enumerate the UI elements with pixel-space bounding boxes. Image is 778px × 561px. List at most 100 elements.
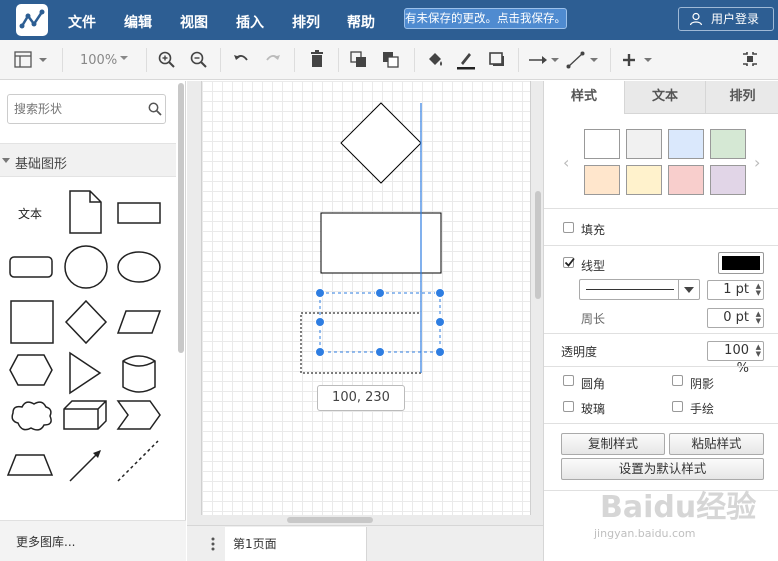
app-logo-icon[interactable] — [16, 4, 48, 36]
delete-icon[interactable] — [308, 50, 326, 70]
opacity-label: 透明度 — [561, 345, 598, 359]
shape-triangle — [69, 351, 102, 395]
checkmark-icon — [564, 257, 575, 267]
menu-insert[interactable]: 插入 — [236, 12, 264, 32]
set-default-style-button[interactable]: 设置为默认样式 — [561, 458, 764, 480]
undo-icon[interactable] — [232, 50, 250, 70]
sketch-checkbox[interactable] — [672, 401, 683, 412]
paste-style-button[interactable]: 粘贴样式 — [669, 433, 764, 455]
fill-checkbox[interactable] — [563, 222, 574, 233]
baidu-watermark: Baidu经验 — [600, 490, 757, 525]
style-swatch-orange[interactable] — [584, 165, 620, 195]
baidu-watermark-url: jingyan.baidu.com — [594, 527, 696, 540]
resize-handle-s — [375, 347, 385, 357]
panel-layout-icon[interactable] — [14, 50, 50, 70]
tab-text[interactable]: 文本 — [624, 81, 705, 114]
shape-cloud — [11, 401, 52, 431]
shadow-label: 阴影 — [690, 377, 715, 391]
shape-ellipse — [117, 251, 161, 283]
shape-search-box — [7, 94, 166, 124]
line-label: 线型 — [581, 259, 606, 273]
more-libraries-bar[interactable]: 更多图库... — [0, 520, 186, 561]
style-swatch-blue[interactable] — [668, 129, 704, 159]
glass-checkbox[interactable] — [563, 401, 574, 412]
redo-icon[interactable] — [264, 50, 282, 70]
library-title: 基础图形 — [15, 157, 68, 172]
to-back-icon[interactable] — [382, 50, 400, 70]
style-swatch-white[interactable] — [584, 129, 620, 159]
zoom-dropdown-icon[interactable] — [119, 54, 129, 62]
perimeter-value: 0 pt — [723, 310, 749, 325]
insert-plus-icon[interactable] — [620, 50, 654, 70]
canvas-area — [187, 81, 543, 525]
style-swatch-yellow[interactable] — [626, 165, 662, 195]
sketch-label: 手绘 — [690, 402, 715, 416]
shape-circle — [64, 245, 108, 289]
shadow-icon[interactable] — [488, 50, 506, 70]
style-swatch-green[interactable] — [710, 129, 746, 159]
resize-handle-sw — [315, 347, 325, 357]
search-icon[interactable] — [148, 102, 162, 116]
zoom-in-icon[interactable] — [158, 50, 176, 70]
library-header-basic[interactable]: 基础图形 — [0, 143, 176, 177]
menu-edit[interactable]: 编辑 — [124, 12, 152, 32]
line-color-button[interactable] — [718, 252, 764, 274]
line-width-stepper[interactable]: 1 pt ▲ ▼ — [707, 280, 764, 300]
diagram-diamond — [340, 102, 422, 184]
unsaved-changes-button[interactable]: 有未保存的更改。点击我保存。 — [404, 8, 567, 29]
glass-label: 玻璃 — [581, 402, 606, 416]
canvas-horizontal-scrollbar[interactable] — [287, 517, 373, 523]
perimeter-stepper[interactable]: 0 pt ▲ ▼ — [707, 308, 764, 328]
left-panel-scrollbar[interactable] — [178, 83, 184, 353]
menu-view[interactable]: 视图 — [180, 12, 208, 32]
canvas-vertical-scrollbar[interactable] — [535, 191, 541, 299]
fill-label: 填充 — [581, 223, 606, 237]
page-tab-1[interactable]: 第1页面 — [225, 527, 367, 561]
shape-step — [116, 400, 161, 430]
more-libraries-link[interactable]: 更多图库... — [16, 533, 75, 550]
to-front-icon[interactable] — [350, 50, 368, 70]
opacity-stepper[interactable]: 100 % ▲ ▼ — [707, 341, 764, 376]
shape-document — [69, 190, 102, 234]
top-menu-bar: 文件 编辑 视图 插入 排列 帮助 有未保存的更改。点击我保存。 用户登录 — [0, 0, 778, 40]
waypoints-icon[interactable] — [566, 50, 600, 70]
fill-color-icon[interactable] — [426, 50, 444, 70]
resize-handle-n — [375, 288, 385, 298]
diagram-rectangle — [320, 212, 442, 274]
menu-help[interactable]: 帮助 — [347, 12, 375, 32]
collapse-arrow-icon — [2, 158, 10, 163]
shape-search-input[interactable] — [8, 95, 138, 123]
style-swatch-purple[interactable] — [710, 165, 746, 195]
tab-style[interactable]: 样式 — [544, 81, 624, 114]
shape-hexagon — [9, 354, 53, 386]
fullscreen-icon[interactable] — [742, 50, 758, 70]
zoom-level[interactable]: 100% — [80, 53, 117, 68]
login-button[interactable]: 用户登录 — [678, 7, 774, 31]
perimeter-label: 周长 — [581, 312, 606, 326]
line-color-icon[interactable] — [456, 50, 476, 70]
selected-rectangle-outline — [319, 292, 441, 353]
line-pattern-select[interactable] — [579, 279, 700, 300]
toolbar: 100% — [0, 40, 778, 80]
style-swatch-red[interactable] — [668, 165, 704, 195]
zoom-out-icon[interactable] — [190, 50, 208, 70]
tab-arrange[interactable]: 排列 — [705, 81, 778, 114]
rounded-checkbox[interactable] — [563, 375, 574, 386]
shape-rounded-rectangle — [9, 256, 53, 278]
connection-arrow-icon[interactable] — [528, 50, 560, 70]
shape-rectangle — [117, 202, 161, 224]
shape-trapezoid — [6, 454, 54, 476]
page-menu-icon[interactable] — [210, 536, 216, 552]
login-label: 用户登录 — [711, 12, 760, 26]
swatch-next-icon[interactable]: › — [754, 153, 760, 172]
swatch-prev-icon[interactable]: ‹ — [563, 153, 569, 172]
position-tooltip: 100, 230 — [317, 385, 405, 411]
diagram-page[interactable] — [201, 81, 531, 515]
copy-style-button[interactable]: 复制样式 — [561, 433, 665, 455]
shadow-checkbox[interactable] — [672, 375, 683, 386]
shape-parallelogram — [116, 310, 162, 334]
line-checkbox[interactable] — [563, 257, 575, 268]
style-swatch-gray[interactable] — [626, 129, 662, 159]
menu-file[interactable]: 文件 — [68, 12, 96, 32]
menu-arrange[interactable]: 排列 — [292, 12, 320, 32]
